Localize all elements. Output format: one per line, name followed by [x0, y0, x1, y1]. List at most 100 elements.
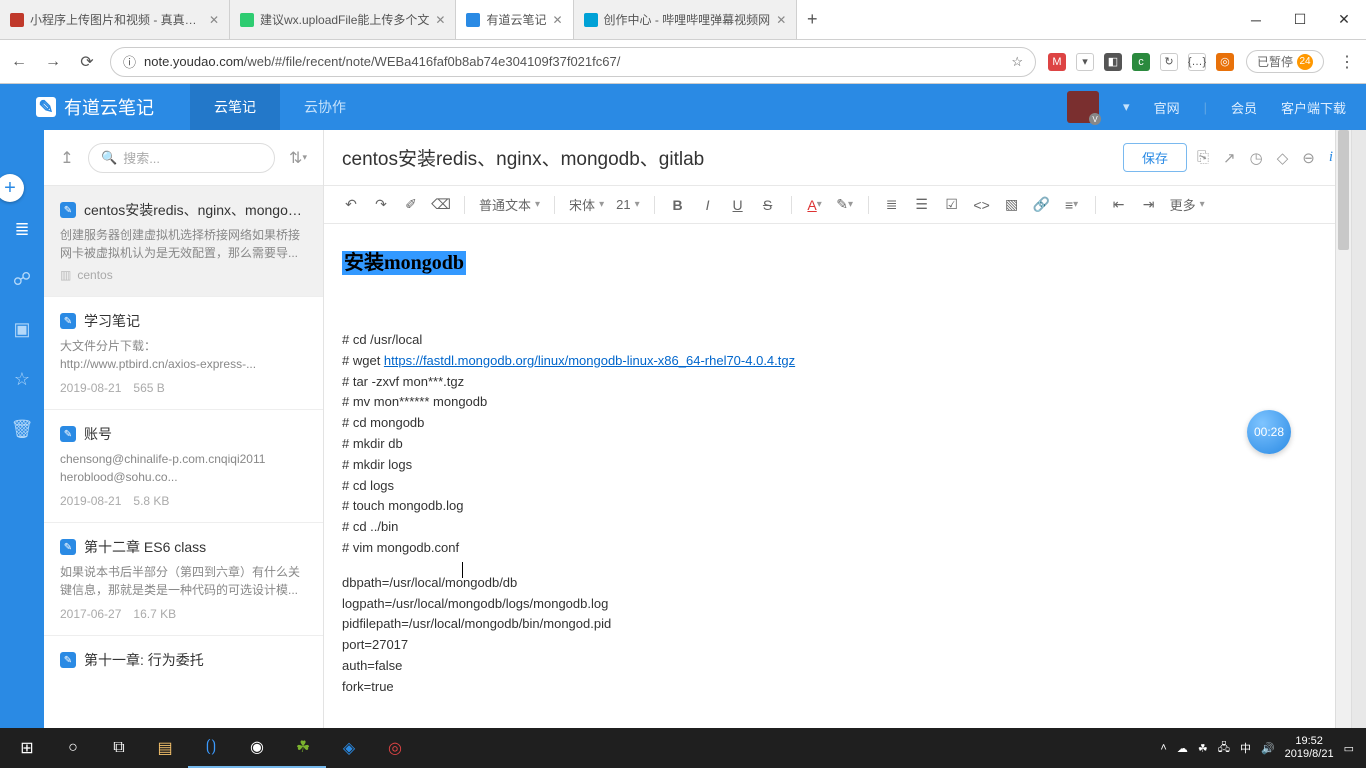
- tab-cloud-collab[interactable]: 云协作: [280, 84, 370, 130]
- vm-icon[interactable]: ◈: [326, 728, 372, 768]
- close-button[interactable]: ✕: [1322, 5, 1366, 35]
- browser-tab-3[interactable]: 创作中心 - 哔哩哔哩弹幕视频网 ✕: [574, 0, 798, 39]
- close-icon[interactable]: ✕: [435, 13, 445, 27]
- avatar-dropdown-icon[interactable]: ▾: [1123, 99, 1130, 115]
- font-size-select[interactable]: 21▾: [612, 197, 644, 212]
- checklist-button[interactable]: ☑: [939, 192, 965, 218]
- history-icon[interactable]: ◷: [1250, 149, 1263, 167]
- close-icon[interactable]: ✕: [776, 13, 786, 27]
- rail-layers-icon[interactable]: ≣: [11, 218, 33, 240]
- save-button[interactable]: 保存: [1123, 143, 1187, 172]
- bold-button[interactable]: B: [665, 192, 691, 218]
- forward-button[interactable]: →: [42, 51, 64, 73]
- undo-button[interactable]: ↶: [338, 192, 364, 218]
- ext-icon[interactable]: M: [1048, 53, 1066, 71]
- tray-wechat-icon[interactable]: ☘: [1198, 742, 1208, 755]
- ext-icon[interactable]: ◧: [1104, 53, 1122, 71]
- align-button[interactable]: ≡▾: [1059, 192, 1085, 218]
- tray-network-icon[interactable]: 🖧: [1218, 739, 1230, 758]
- reload-button[interactable]: ⟳: [76, 51, 98, 73]
- minimize-button[interactable]: ─: [1234, 5, 1278, 35]
- scrollbar-thumb[interactable]: [1338, 130, 1349, 250]
- address-bar[interactable]: ⓘ note.youdao.com/web/#/file/recent/note…: [110, 47, 1036, 77]
- cortana-icon[interactable]: ○: [50, 728, 96, 768]
- paused-badge[interactable]: 已暂停 24: [1246, 50, 1324, 73]
- rail-files-icon[interactable]: ▣: [11, 318, 33, 340]
- recording-timer-badge[interactable]: 00:28: [1247, 410, 1291, 454]
- browser-tab-0[interactable]: 小程序上传图片和视频 - 真真的技 ✕: [0, 0, 230, 39]
- link-button[interactable]: 🔗: [1029, 192, 1055, 218]
- italic-button[interactable]: I: [695, 192, 721, 218]
- paragraph-style-select[interactable]: 普通文本▾: [475, 195, 544, 214]
- avatar[interactable]: V: [1067, 91, 1099, 123]
- rail-share-icon[interactable]: ☍: [11, 268, 33, 290]
- note-item[interactable]: ✎账号 chensong@chinalife-p.com.cnqiqi2011 …: [44, 410, 323, 523]
- task-view-icon[interactable]: ⧉: [96, 728, 142, 768]
- rail-star-icon[interactable]: ☆: [11, 368, 33, 390]
- explorer-icon[interactable]: ▤: [142, 728, 188, 768]
- ext-icon[interactable]: ▾: [1076, 53, 1094, 71]
- up-level-icon[interactable]: ↥: [56, 147, 78, 169]
- font-color-button[interactable]: A▾: [802, 192, 828, 218]
- wechat-icon[interactable]: ☘: [280, 728, 326, 768]
- note-item[interactable]: ✎第十一章: 行为委托: [44, 636, 323, 690]
- ext-icon[interactable]: ↻: [1160, 53, 1178, 71]
- start-button[interactable]: ⊞: [4, 728, 50, 768]
- highlight-button[interactable]: ✎▾: [832, 192, 858, 218]
- more-format-button[interactable]: 更多▾: [1166, 195, 1209, 214]
- font-family-select[interactable]: 宋体▾: [565, 195, 608, 214]
- tray-chevron-icon[interactable]: ˄: [1160, 742, 1166, 754]
- tag-icon[interactable]: ◇: [1277, 149, 1289, 167]
- note-item[interactable]: ✎学习笔记 大文件分片下载： http://www.ptbird.cn/axio…: [44, 297, 323, 410]
- site-info-icon[interactable]: ⓘ: [123, 52, 136, 71]
- image-button[interactable]: ▧: [999, 192, 1025, 218]
- number-list-button[interactable]: ☰: [909, 192, 935, 218]
- browser-menu-button[interactable]: ⋮: [1336, 51, 1358, 73]
- link-download[interactable]: 客户端下载: [1281, 98, 1346, 117]
- note-list[interactable]: ✎ centos安装redis、nginx、mongodb... 创建服务器创建…: [44, 186, 323, 728]
- tab-cloud-notes[interactable]: 云笔记: [190, 84, 280, 130]
- code-button[interactable]: <>: [969, 192, 995, 218]
- star-icon[interactable]: ☆: [1011, 54, 1023, 70]
- browser-tab-1[interactable]: 建议wx.uploadFile能上传多个文 ✕: [230, 0, 456, 39]
- redo-button[interactable]: ↷: [368, 192, 394, 218]
- app-icon[interactable]: ◎: [372, 728, 418, 768]
- info-icon[interactable]: i: [1329, 149, 1333, 167]
- editor-content[interactable]: 安装mongodb # cd /usr/local # wget https:/…: [324, 224, 1351, 728]
- bullet-list-button[interactable]: ≣: [879, 192, 905, 218]
- more-icon[interactable]: ⊖: [1302, 149, 1315, 167]
- download-link[interactable]: https://fastdl.mongodb.org/linux/mongodb…: [384, 353, 795, 368]
- copy-icon[interactable]: ⎘: [1197, 149, 1209, 167]
- ext-icon[interactable]: c: [1132, 53, 1150, 71]
- search-input[interactable]: 🔍 搜索...: [88, 143, 275, 173]
- add-note-button[interactable]: +: [0, 174, 24, 202]
- outdent-button[interactable]: ⇤: [1106, 192, 1132, 218]
- maximize-button[interactable]: ☐: [1278, 5, 1322, 35]
- vscode-icon[interactable]: ⟮⟯: [188, 728, 234, 768]
- note-item[interactable]: ✎ centos安装redis、nginx、mongodb... 创建服务器创建…: [44, 186, 323, 297]
- close-icon[interactable]: ✕: [209, 13, 219, 27]
- tray-cloud-icon[interactable]: ☁: [1177, 742, 1188, 755]
- taskbar-clock[interactable]: 19:52 2019/8/21: [1285, 735, 1334, 761]
- tray-ime-icon[interactable]: 中: [1240, 740, 1251, 756]
- share-icon[interactable]: ↗: [1223, 149, 1236, 167]
- browser-tab-2[interactable]: 有道云笔记 ✕: [456, 0, 573, 39]
- close-icon[interactable]: ✕: [552, 13, 562, 27]
- note-item[interactable]: ✎第十二章 ES6 class 如果说本书后半部分（第四到六章）有什么关键信息，…: [44, 523, 323, 636]
- link-vip[interactable]: 会员: [1231, 98, 1257, 117]
- rail-trash-icon[interactable]: 🗑: [11, 418, 33, 440]
- underline-button[interactable]: U: [725, 192, 751, 218]
- strike-button[interactable]: S: [755, 192, 781, 218]
- format-paint-icon[interactable]: ✐: [398, 192, 424, 218]
- ext-icon[interactable]: {…}: [1188, 53, 1206, 71]
- document-title[interactable]: centos安装redis、nginx、mongodb、gitlab: [342, 144, 1113, 171]
- editor-scrollbar[interactable]: [1335, 130, 1351, 728]
- link-official[interactable]: 官网: [1154, 98, 1180, 117]
- chrome-icon[interactable]: ◉: [234, 728, 280, 768]
- app-logo[interactable]: ✎ 有道云笔记: [0, 94, 190, 120]
- tray-volume-icon[interactable]: 🔊: [1261, 742, 1275, 755]
- sort-button[interactable]: ⇅▾: [285, 147, 311, 169]
- page-scrollbar[interactable]: [1352, 130, 1366, 728]
- ext-icon[interactable]: ◎: [1216, 53, 1234, 71]
- notifications-icon[interactable]: ▭: [1344, 742, 1354, 755]
